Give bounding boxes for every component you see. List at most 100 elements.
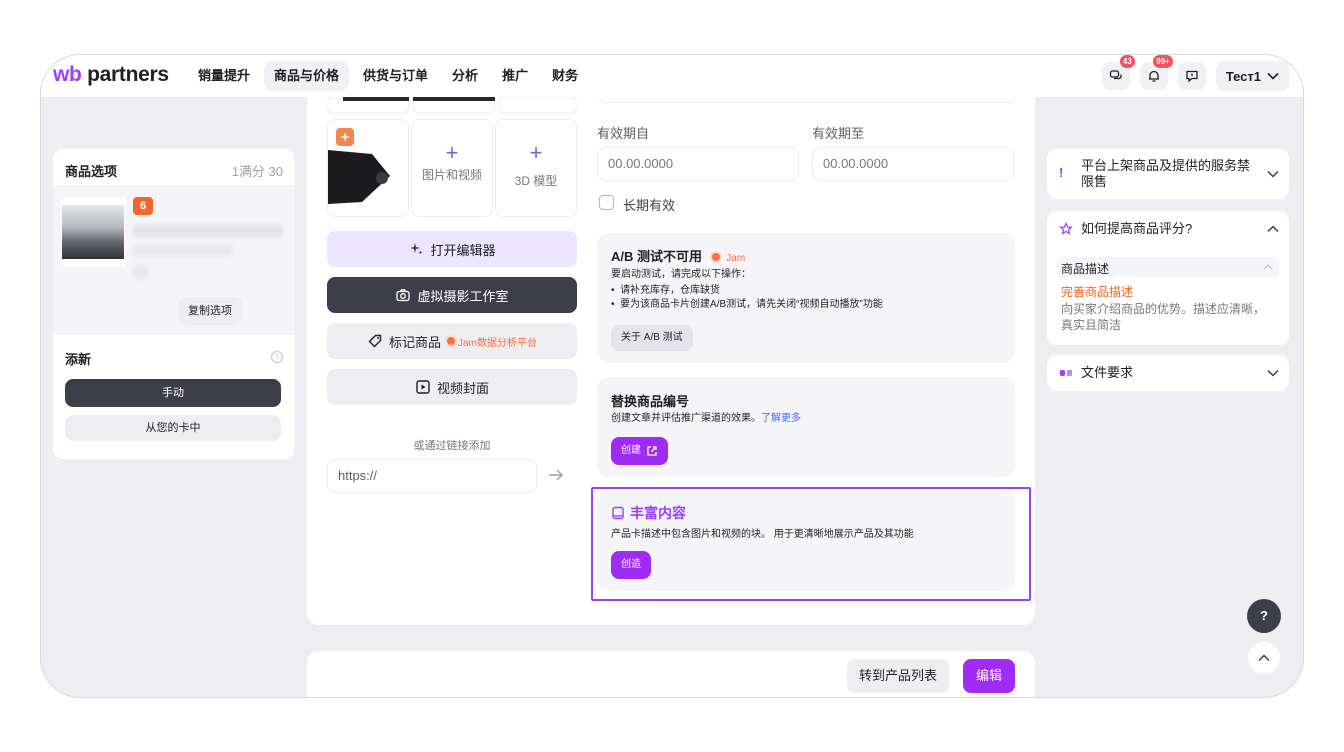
notification-count-badge: 99+ (1152, 55, 1174, 69)
open-editor-button[interactable]: 打开编辑器 (327, 231, 577, 267)
file-requirements-card[interactable]: 文件要求 (1047, 355, 1289, 391)
rating-tips-title[interactable]: 如何提高商品评分? (1081, 221, 1192, 237)
nav-item-sales-growth[interactable]: 销量提升 (188, 61, 260, 91)
help-button[interactable]: ? (1247, 599, 1281, 633)
nav-item-finance[interactable]: 财务 (542, 61, 588, 91)
nav-item-analytics[interactable]: 分析 (442, 61, 488, 91)
nav-item-supply-orders[interactable]: 供货与订单 (353, 61, 438, 91)
rating-tips-card: 如何提高商品评分? 商品描述 完善商品描述 向买家介绍商品的优势。描述应清晰，真… (1047, 211, 1289, 345)
product-edit-card: + 图片和视频 + 3D 模型 打开编辑器 虚拟摄影工作室 标记商品 Jam数据… (307, 97, 1035, 625)
warning-icon: ! (1059, 165, 1064, 180)
blurred-product-extra (133, 265, 149, 279)
plus-icon: + (445, 140, 459, 165)
tag-product-label: 标记商品 (389, 334, 442, 350)
banned-goods-title: 平台上架商品及提供的服务禁限售 (1081, 158, 1251, 189)
nav-item-products-prices[interactable]: 商品与价格 (264, 61, 350, 91)
product-description-subheader[interactable]: 商品描述 (1057, 257, 1279, 277)
from-your-card-button[interactable]: 从您的卡中 (65, 415, 281, 441)
product-thumbnail[interactable] (61, 197, 125, 267)
add-photo-video-tile[interactable]: + 图片和视频 (411, 119, 493, 217)
scroll-to-top-button[interactable] (1247, 641, 1281, 675)
feedback-button[interactable] (1177, 62, 1206, 90)
chat-count-badge: 43 (1118, 55, 1136, 69)
product-description-title: 商品描述 (1061, 262, 1110, 276)
chevron-down-icon (1267, 170, 1279, 178)
virtual-studio-button[interactable]: 虚拟摄影工作室 (327, 277, 577, 313)
virtual-studio-label: 虚拟摄影工作室 (417, 288, 509, 304)
chat-icon (1109, 70, 1122, 80)
blurred-product-info (133, 245, 233, 257)
variant-count-badge: 6 (133, 197, 153, 215)
replace-code-block: 替换商品编号 创建文章并评估推广渠道的效果。了解更多 创建 (597, 377, 1015, 477)
product-options-title: 商品选项 (65, 164, 118, 179)
ab-test-title: A/B 测试不可用 Jam (611, 249, 746, 264)
about-ab-test-button[interactable]: 关于 A/B 测试 (611, 325, 693, 351)
banned-goods-card[interactable]: ! 平台上架商品及提供的服务禁限售 (1047, 149, 1289, 199)
file-requirements-title: 文件要求 (1081, 365, 1134, 380)
add-photo-video-label: 图片和视频 (422, 168, 483, 182)
ab-test-bullet-2: • 要为该商品卡片创建A/B测试，请先关闭“视频自动播放”功能 (611, 299, 883, 310)
manual-button[interactable]: 手动 (65, 379, 281, 407)
chevron-up-icon (1263, 264, 1273, 270)
replace-code-text: 创建文章并评估推广渠道的效果。了解更多 (611, 413, 801, 424)
tag-product-button[interactable]: 标记商品 Jam数据分析平台 (327, 323, 577, 359)
copy-option-button[interactable]: 复制选项 (178, 297, 242, 325)
ai-sparkle-badge (336, 128, 354, 146)
ab-test-block: A/B 测试不可用 Jam 要启动测试，请完成以下操作： • 请补充库存，仓库缺… (597, 233, 1015, 363)
chevron-up-icon (1258, 654, 1270, 662)
field-bottom-edge (599, 97, 1015, 103)
jam-analytics-label: Jam数据分析平台 (458, 337, 537, 349)
product-variant-area: 6 复制选项 (53, 185, 295, 335)
file-requirements-icon (1060, 370, 1072, 376)
valid-from-label: 有效期自 (597, 126, 650, 141)
nav-item-promotion[interactable]: 推广 (492, 61, 538, 91)
edit-button[interactable]: 编辑 (963, 659, 1015, 693)
chevron-up-icon[interactable] (1267, 225, 1279, 233)
add-new-title: 添新 (65, 352, 92, 367)
star-icon (1059, 222, 1073, 235)
learn-more-link[interactable]: 了解更多 (761, 413, 801, 424)
product-media-tile[interactable] (327, 119, 409, 217)
chat-button[interactable]: 43 (1101, 55, 1136, 90)
description-tip-text: 向买家介绍商品的优势。描述应清晰，真实且简洁 (1061, 302, 1266, 332)
jam-dot-icon (711, 253, 720, 261)
replace-code-title: 替换商品编号 (611, 394, 690, 409)
product-thumbnail-image (62, 205, 124, 259)
main-nav: 销量提升 商品与价格 供货与订单 分析 推广 财务 (188, 61, 592, 91)
go-to-product-list-button[interactable]: 转到产品列表 (847, 659, 950, 693)
arrow-right-icon[interactable] (547, 467, 565, 483)
top-bar: wb partners 销量提升 商品与价格 供货与订单 分析 推广 财务 43… (41, 55, 1303, 97)
app-window: wb partners 销量提升 商品与价格 供货与订单 分析 推广 财务 43… (40, 54, 1304, 698)
video-cover-label: 视频封面 (436, 380, 489, 396)
video-cover-button[interactable]: 视频封面 (327, 369, 577, 405)
bottom-action-bar: 转到产品列表 编辑 (307, 651, 1035, 697)
jam-dot-icon (447, 337, 456, 345)
valid-from-input[interactable]: 00.00.0000 (597, 147, 799, 181)
long-term-checkbox[interactable] (599, 195, 614, 210)
valid-to-input[interactable]: 00.00.0000 (812, 147, 1014, 181)
media-strip-top (327, 97, 577, 114)
chevron-down-icon (1267, 369, 1279, 377)
product-options-count: 1满分 30 (231, 164, 283, 179)
play-icon (416, 380, 430, 394)
wb-partners-logo[interactable]: wb partners (53, 63, 169, 87)
media-url-input[interactable]: https:// (327, 459, 537, 493)
rich-content-highlight (591, 487, 1031, 601)
ab-test-bullet-1: • 请补充库存，仓库缺货 (611, 285, 721, 296)
add-by-link-label: 或通过链接添加 (413, 440, 491, 452)
valid-to-label: 有效期至 (812, 126, 865, 141)
open-editor-label: 打开编辑器 (430, 242, 496, 258)
tag-icon (368, 334, 382, 348)
notifications-button[interactable]: 99+ (1139, 55, 1174, 90)
product-options-card: 商品选项 1满分 30 6 复制选项 添新 i 手动 从您的卡中 (53, 149, 295, 459)
info-icon[interactable]: i (271, 351, 283, 363)
external-link-icon (647, 446, 657, 456)
sparkle-icon (410, 243, 423, 255)
camera-icon (396, 289, 411, 302)
chevron-down-icon (1267, 72, 1279, 80)
add-3d-model-tile[interactable]: + 3D 模型 (495, 119, 577, 217)
improve-description-link[interactable]: 完善商品描述 (1061, 283, 1133, 300)
sparkle-icon (340, 132, 350, 142)
create-article-button[interactable]: 创建 (611, 437, 668, 465)
user-menu-button[interactable]: Тест1 (1215, 61, 1289, 91)
